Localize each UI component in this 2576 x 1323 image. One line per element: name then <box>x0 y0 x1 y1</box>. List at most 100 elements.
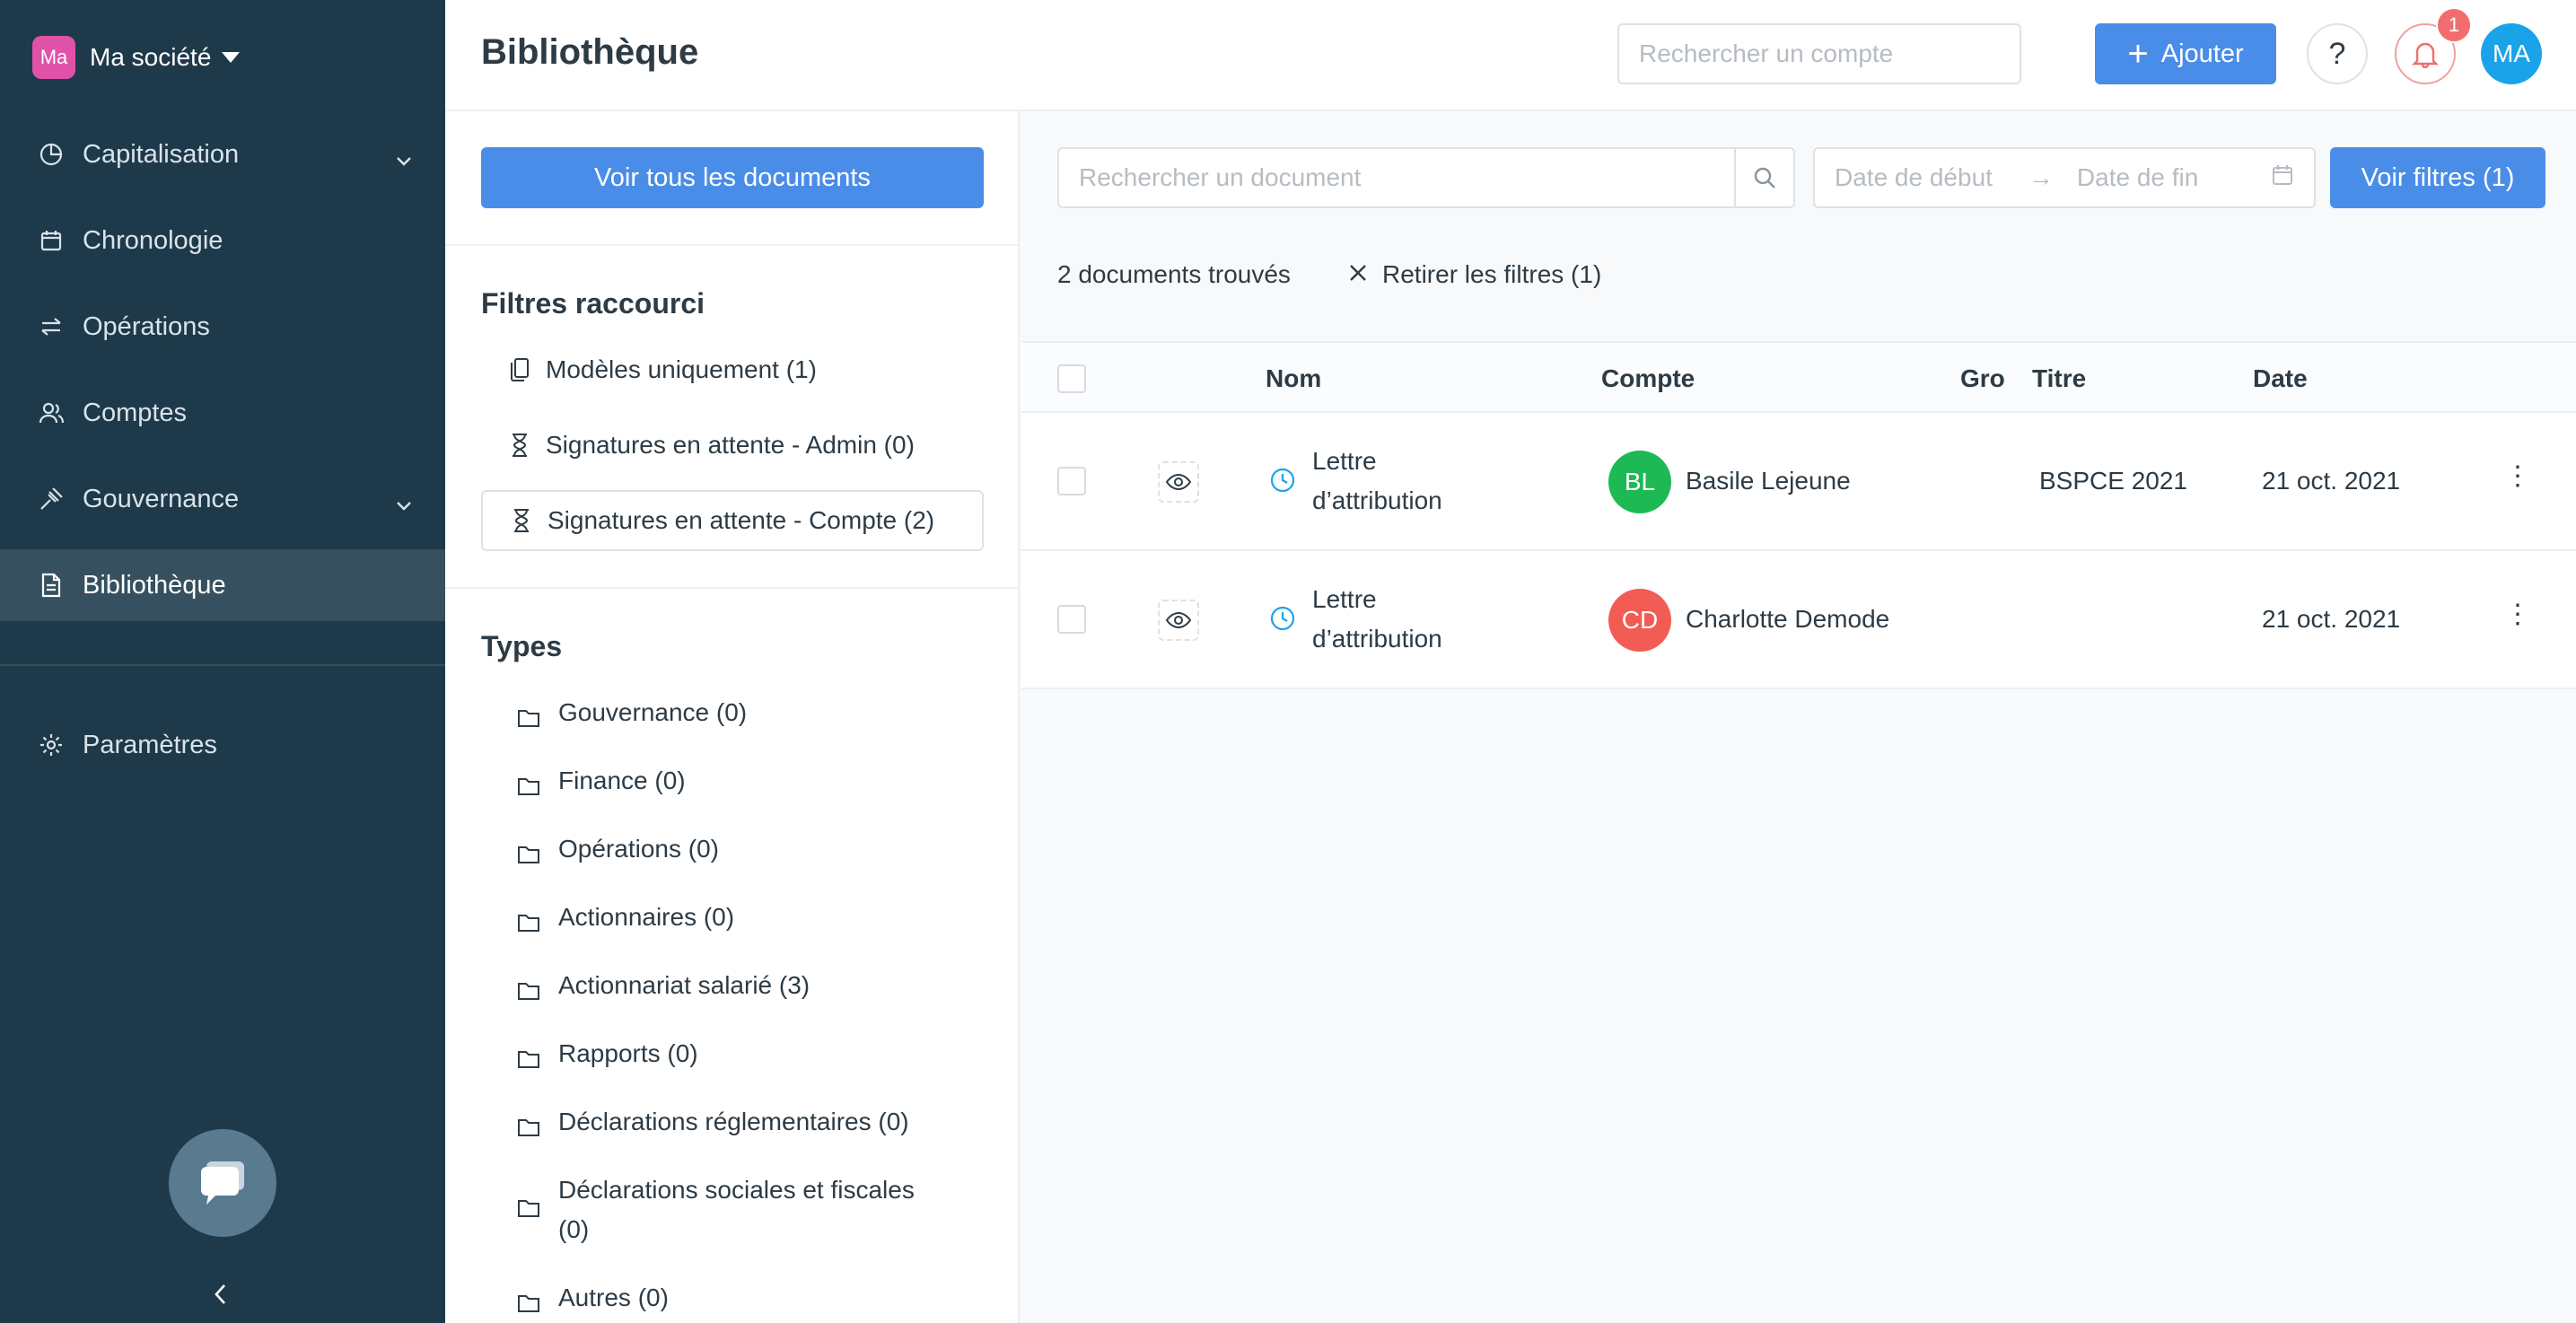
document-date: 21 oct. 2021 <box>2262 605 2401 633</box>
copy-icon <box>508 357 531 382</box>
sidebar-item-label: Capitalisation <box>83 139 240 169</box>
bell-icon <box>2412 42 2439 68</box>
column-header-nom[interactable]: Nom <box>1266 364 1321 393</box>
folder-icon <box>517 761 540 808</box>
clock-icon <box>1269 467 1296 498</box>
type-filter-item[interactable]: Rapports (0) <box>517 1034 948 1081</box>
shortcut-templates[interactable]: Modèles uniquement (1) <box>481 339 984 400</box>
users-icon <box>38 399 65 426</box>
type-filter-item[interactable]: Finance (0) <box>517 761 948 808</box>
type-filter-item[interactable]: Actionnariat salarié (3) <box>517 966 948 1012</box>
document-name[interactable]: Lettre d’attribution <box>1312 442 1492 521</box>
sidebar-item-parametres[interactable]: Paramètres <box>0 709 445 781</box>
document-icon <box>38 572 65 599</box>
type-filter-item[interactable]: Opérations (0) <box>517 829 948 876</box>
sidebar-divider <box>0 664 445 666</box>
divider <box>445 587 1020 589</box>
account-search-input[interactable]: Rechercher un compte <box>1617 23 2021 84</box>
column-header-compte[interactable]: Compte <box>1601 364 1695 393</box>
documents-table: Nom Compte Gro Titre Date Lettre d’attri… <box>1021 341 2576 689</box>
document-date: 21 oct. 2021 <box>2262 467 2401 495</box>
table-row[interactable]: Lettre d’attribution BL Basile Lejeune B… <box>1021 413 2576 551</box>
search-icon[interactable] <box>1734 149 1793 206</box>
row-checkbox[interactable] <box>1057 605 1086 634</box>
document-name[interactable]: Lettre d’attribution <box>1312 580 1492 659</box>
folder-icon <box>517 829 540 876</box>
clear-filters-button[interactable]: Retirer les filtres (1) <box>1348 260 1601 289</box>
column-header-date[interactable]: Date <box>2253 364 2308 393</box>
type-filter-item[interactable]: Gouvernance (0) <box>517 693 948 740</box>
hourglass-icon <box>510 508 533 533</box>
sidebar-item-operations[interactable]: Opérations <box>0 291 445 363</box>
document-search[interactable]: Rechercher un document <box>1057 147 1795 208</box>
clock-icon <box>1269 605 1296 636</box>
chevron-down-icon <box>395 145 413 175</box>
column-header-titre[interactable]: Titre <box>2032 364 2086 393</box>
sidebar-item-bibliotheque[interactable]: Bibliothèque <box>0 549 445 621</box>
calendar-icon <box>38 227 65 254</box>
preview-button[interactable] <box>1158 461 1199 503</box>
add-button[interactable]: + Ajouter <box>2095 23 2276 84</box>
sidebar-item-comptes[interactable]: Comptes <box>0 377 445 449</box>
account-name[interactable]: Charlotte Demode <box>1686 605 1889 634</box>
calendar-icon <box>2271 163 2294 193</box>
folder-icon <box>517 1190 540 1230</box>
row-checkbox[interactable] <box>1057 467 1086 495</box>
swap-icon <box>38 313 65 340</box>
type-filter-item[interactable]: Actionnaires (0) <box>517 898 948 944</box>
pie-chart-icon <box>38 141 65 168</box>
sidebar-item-label: Gouvernance <box>83 484 240 513</box>
table-header: Nom Compte Gro Titre Date <box>1021 341 2576 413</box>
page-title: Bibliothèque <box>481 32 699 72</box>
select-all-checkbox[interactable] <box>1057 364 1086 393</box>
sidebar-item-gouvernance[interactable]: Gouvernance <box>0 463 445 535</box>
preview-button[interactable] <box>1158 600 1199 641</box>
folder-icon <box>517 966 540 1012</box>
more-options-icon[interactable]: ⋮ <box>2504 463 2531 490</box>
chat-button[interactable] <box>169 1129 276 1237</box>
date-range-picker[interactable]: Date de début → Date de fin <box>1813 147 2316 208</box>
type-filter-item[interactable]: Déclarations réglementaires (0) <box>517 1102 948 1149</box>
notification-badge: 1 <box>2436 7 2472 43</box>
view-all-documents-button[interactable]: Voir tous les documents <box>481 147 984 208</box>
sidebar-item-label: Opérations <box>83 311 210 341</box>
view-filters-button[interactable]: Voir filtres (1) <box>2330 147 2545 208</box>
sidebar-item-chronologie[interactable]: Chronologie <box>0 205 445 276</box>
date-start-input[interactable]: Date de début <box>1835 163 1993 192</box>
account-avatar: BL <box>1608 451 1671 513</box>
account-name[interactable]: Basile Lejeune <box>1686 467 1851 495</box>
gear-icon <box>38 732 65 758</box>
folder-icon <box>517 1034 540 1081</box>
date-end-input[interactable]: Date de fin <box>2077 163 2198 192</box>
divider <box>445 244 1020 246</box>
sidebar-item-label: Chronologie <box>83 225 223 255</box>
column-header-gro[interactable]: Gro <box>1960 364 2005 393</box>
company-switcher[interactable]: Ma Ma société <box>32 36 241 79</box>
table-row[interactable]: Lettre d’attribution CD Charlotte Demode… <box>1021 551 2576 689</box>
sidebar-item-capitalisation[interactable]: Capitalisation <box>0 118 445 190</box>
top-header: Bibliothèque Rechercher un compte + Ajou… <box>445 0 2576 111</box>
collapse-sidebar-icon[interactable] <box>212 1282 230 1311</box>
shortcut-pending-account[interactable]: Signatures en attente - Compte (2) <box>481 490 984 551</box>
folder-icon <box>517 1102 540 1149</box>
chat-icon <box>201 1161 244 1205</box>
document-title: BSPCE 2021 <box>2039 467 2187 495</box>
eye-icon <box>1165 611 1192 629</box>
company-name: Ma société <box>90 43 212 71</box>
folder-icon <box>517 1278 540 1323</box>
sidebar-item-label: Paramètres <box>83 730 217 759</box>
more-options-icon[interactable]: ⋮ <box>2504 601 2531 628</box>
help-button[interactable]: ? <box>2307 23 2368 84</box>
result-count: 2 documents trouvés <box>1057 260 1291 288</box>
folder-icon <box>517 693 540 740</box>
shortcuts-title: Filtres raccourci <box>481 287 705 320</box>
sidebar: Ma Ma société Capitalisation Chronologie… <box>0 0 445 1323</box>
shortcut-pending-admin[interactable]: Signatures en attente - Admin (0) <box>481 415 984 476</box>
type-filter-item[interactable]: Autres (0) <box>517 1278 948 1323</box>
documents-main: Rechercher un document Date de début → D… <box>1021 111 2576 1323</box>
type-filter-item[interactable]: Déclarations sociales et fiscales (0) <box>517 1170 948 1249</box>
document-search-input[interactable]: Rechercher un document <box>1059 163 1734 192</box>
account-avatar: CD <box>1608 589 1671 652</box>
user-avatar[interactable]: MA <box>2481 23 2542 84</box>
plus-icon: + <box>2127 34 2149 74</box>
